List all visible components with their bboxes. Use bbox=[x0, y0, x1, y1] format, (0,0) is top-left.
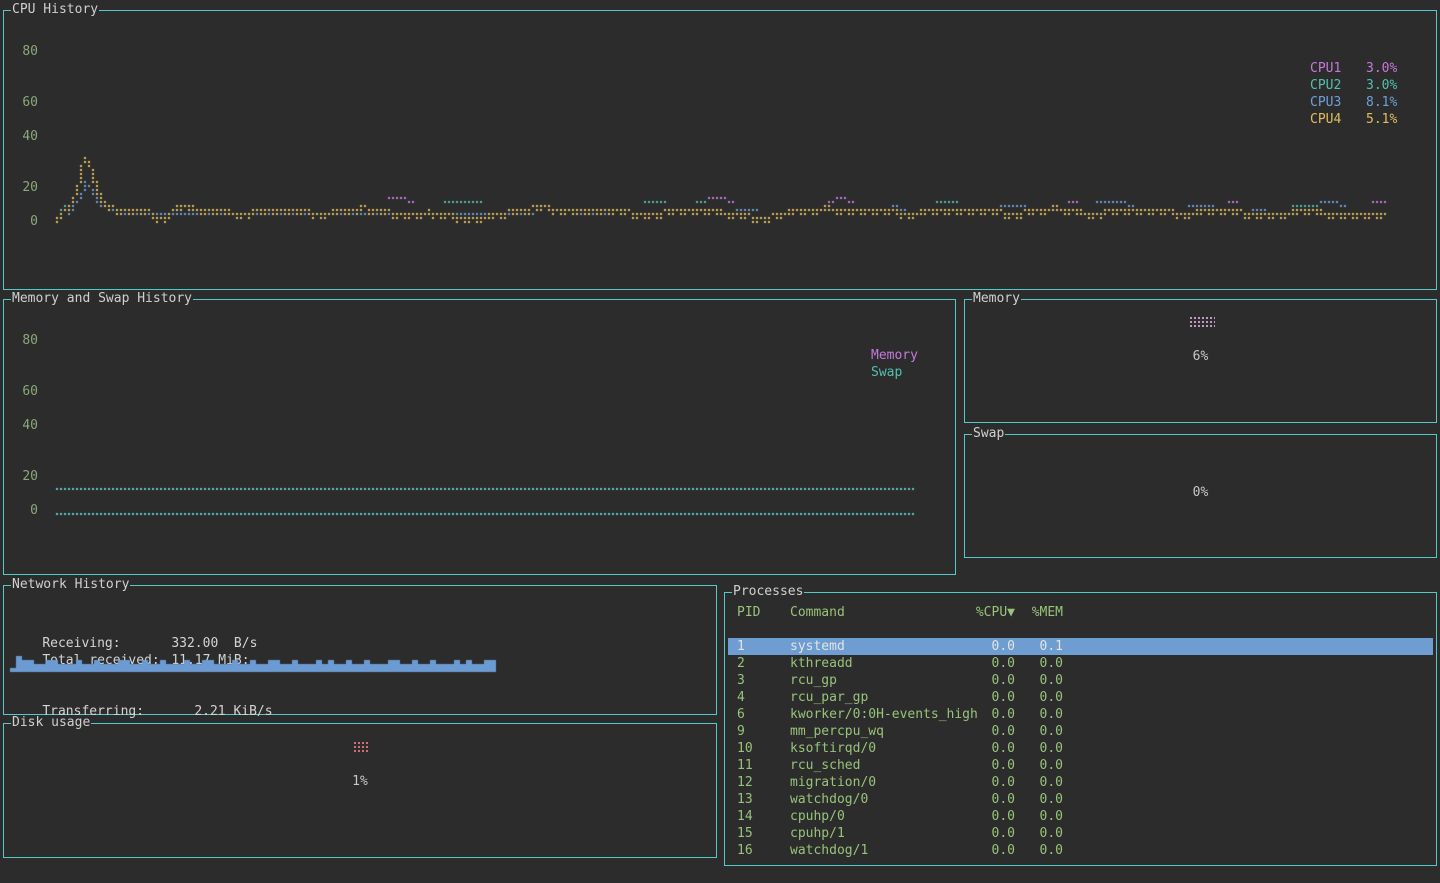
process-mem: 0.0 bbox=[978, 808, 1063, 825]
process-pid: 12 bbox=[737, 774, 753, 791]
cpu-legend-value: 5.1% bbox=[1366, 112, 1397, 127]
header-pid[interactable]: PID bbox=[737, 604, 760, 621]
process-row[interactable]: 12migration/00.00.0 bbox=[728, 774, 1433, 791]
swap-gauge-title: Swap bbox=[972, 426, 1005, 441]
cpu-legend-item: CPU23.0% bbox=[1310, 78, 1397, 93]
y-axis-tick: 0 bbox=[4, 214, 38, 229]
memory-gauge-arc-icon bbox=[1189, 316, 1215, 327]
disk-usage-panel: Disk usage 1% bbox=[3, 723, 717, 858]
transferring-value: 2.21 KiB/s bbox=[194, 704, 272, 719]
process-mem: 0.0 bbox=[978, 825, 1063, 842]
y-axis-tick: 0 bbox=[4, 503, 38, 518]
process-row[interactable]: 13watchdog/00.00.0 bbox=[728, 791, 1433, 808]
cpu-legend-item: CPU45.1% bbox=[1310, 112, 1397, 127]
swap-gauge-percent: 0% bbox=[965, 485, 1436, 500]
cpu-legend-label: CPU4 bbox=[1310, 112, 1366, 127]
memory-swap-history-panel: Memory and Swap History 806040200 Memory… bbox=[3, 299, 956, 575]
memswap-legend-item: Swap bbox=[871, 365, 902, 380]
memory-gauge-percent: 6% bbox=[965, 349, 1436, 364]
process-table-header: PID Command %CPU▼ %MEM bbox=[728, 604, 1433, 621]
process-command: kthreadd bbox=[790, 655, 853, 672]
process-row[interactable]: 10ksoftirqd/00.00.0 bbox=[728, 740, 1433, 757]
y-axis-tick: 40 bbox=[4, 129, 38, 144]
y-axis-tick: 20 bbox=[4, 469, 38, 484]
process-row[interactable]: 6kworker/0:0H-events_high0.00.0 bbox=[728, 706, 1433, 723]
process-row[interactable]: 3rcu_gp0.00.0 bbox=[728, 672, 1433, 689]
swap-gauge-panel: Swap 0% bbox=[964, 434, 1437, 558]
memory-swap-history-chart bbox=[4, 300, 955, 574]
network-history-panel: Network History Receiving:332.00 B/s Tot… bbox=[3, 585, 717, 715]
processes-title: Processes bbox=[732, 584, 804, 599]
process-pid: 6 bbox=[737, 706, 745, 723]
y-axis-tick: 60 bbox=[4, 384, 38, 399]
process-pid: 2 bbox=[737, 655, 745, 672]
process-pid: 14 bbox=[737, 808, 753, 825]
memory-gauge-title: Memory bbox=[972, 291, 1021, 306]
y-axis-tick: 40 bbox=[4, 418, 38, 433]
process-mem: 0.0 bbox=[978, 706, 1063, 723]
process-row[interactable]: 2kthreadd0.00.0 bbox=[728, 655, 1433, 672]
process-pid: 16 bbox=[737, 842, 753, 859]
process-mem: 0.1 bbox=[978, 638, 1063, 655]
process-mem: 0.0 bbox=[978, 740, 1063, 757]
y-axis-tick: 80 bbox=[4, 333, 38, 348]
process-command: rcu_par_gp bbox=[790, 689, 868, 706]
process-command: watchdog/0 bbox=[790, 791, 868, 808]
process-pid: 3 bbox=[737, 672, 745, 689]
process-command: systemd bbox=[790, 638, 845, 655]
cpu-legend-label: CPU2 bbox=[1310, 78, 1366, 93]
cpu-legend-label: CPU3 bbox=[1310, 95, 1366, 110]
process-pid: 15 bbox=[737, 825, 753, 842]
y-axis-tick: 80 bbox=[4, 44, 38, 59]
cpu-history-panel: CPU History 806040200 CPU13.0%CPU23.0%CP… bbox=[3, 10, 1437, 290]
process-mem: 0.0 bbox=[978, 655, 1063, 672]
cpu-legend-item: CPU13.0% bbox=[1310, 61, 1397, 76]
process-command: migration/0 bbox=[790, 774, 876, 791]
process-mem: 0.0 bbox=[978, 689, 1063, 706]
process-row[interactable]: 16watchdog/10.00.0 bbox=[728, 842, 1433, 859]
disk-gauge-percent: 1% bbox=[4, 774, 716, 789]
process-row[interactable]: 4rcu_par_gp0.00.0 bbox=[728, 689, 1433, 706]
process-row[interactable]: 15cpuhp/10.00.0 bbox=[728, 825, 1433, 842]
process-command: cpuhp/0 bbox=[790, 808, 845, 825]
cpu-history-chart bbox=[4, 11, 1436, 289]
process-pid: 10 bbox=[737, 740, 753, 757]
process-mem: 0.0 bbox=[978, 723, 1063, 740]
process-pid: 11 bbox=[737, 757, 753, 774]
cpu-legend-value: 3.0% bbox=[1366, 78, 1397, 93]
processes-panel: Processes PID Command %CPU▼ %MEM 1system… bbox=[724, 592, 1437, 866]
process-command: mm_percpu_wq bbox=[790, 723, 884, 740]
process-pid: 13 bbox=[737, 791, 753, 808]
process-mem: 0.0 bbox=[978, 757, 1063, 774]
disk-usage-title: Disk usage bbox=[11, 715, 91, 730]
memory-gauge-panel: Memory 6% bbox=[964, 299, 1437, 423]
process-mem: 0.0 bbox=[978, 774, 1063, 791]
process-row[interactable]: 11rcu_sched0.00.0 bbox=[728, 757, 1433, 774]
header-mem[interactable]: %MEM bbox=[978, 604, 1063, 621]
memswap-legend-item: Memory bbox=[871, 348, 918, 363]
header-command[interactable]: Command bbox=[790, 604, 845, 621]
process-mem: 0.0 bbox=[978, 672, 1063, 689]
process-pid: 4 bbox=[737, 689, 745, 706]
process-command: rcu_sched bbox=[790, 757, 860, 774]
process-mem: 0.0 bbox=[978, 791, 1063, 808]
process-mem: 0.0 bbox=[978, 842, 1063, 859]
y-axis-tick: 60 bbox=[4, 95, 38, 110]
y-axis-tick: 20 bbox=[4, 180, 38, 195]
cpu-legend-item: CPU38.1% bbox=[1310, 95, 1397, 110]
process-command: cpuhp/1 bbox=[790, 825, 845, 842]
cpu-legend-label: CPU1 bbox=[1310, 61, 1366, 76]
process-command: rcu_gp bbox=[790, 672, 837, 689]
process-row[interactable]: 14cpuhp/00.00.0 bbox=[728, 808, 1433, 825]
process-command: watchdog/1 bbox=[790, 842, 868, 859]
process-pid: 1 bbox=[737, 638, 745, 655]
process-row[interactable]: 9mm_percpu_wq0.00.0 bbox=[728, 723, 1433, 740]
process-row[interactable]: 1systemd0.00.1 bbox=[728, 638, 1433, 655]
process-pid: 9 bbox=[737, 723, 745, 740]
cpu-legend-value: 3.0% bbox=[1366, 61, 1397, 76]
cpu-legend-value: 8.1% bbox=[1366, 95, 1397, 110]
process-command: ksoftirqd/0 bbox=[790, 740, 876, 757]
disk-gauge-arc-icon bbox=[353, 741, 368, 752]
